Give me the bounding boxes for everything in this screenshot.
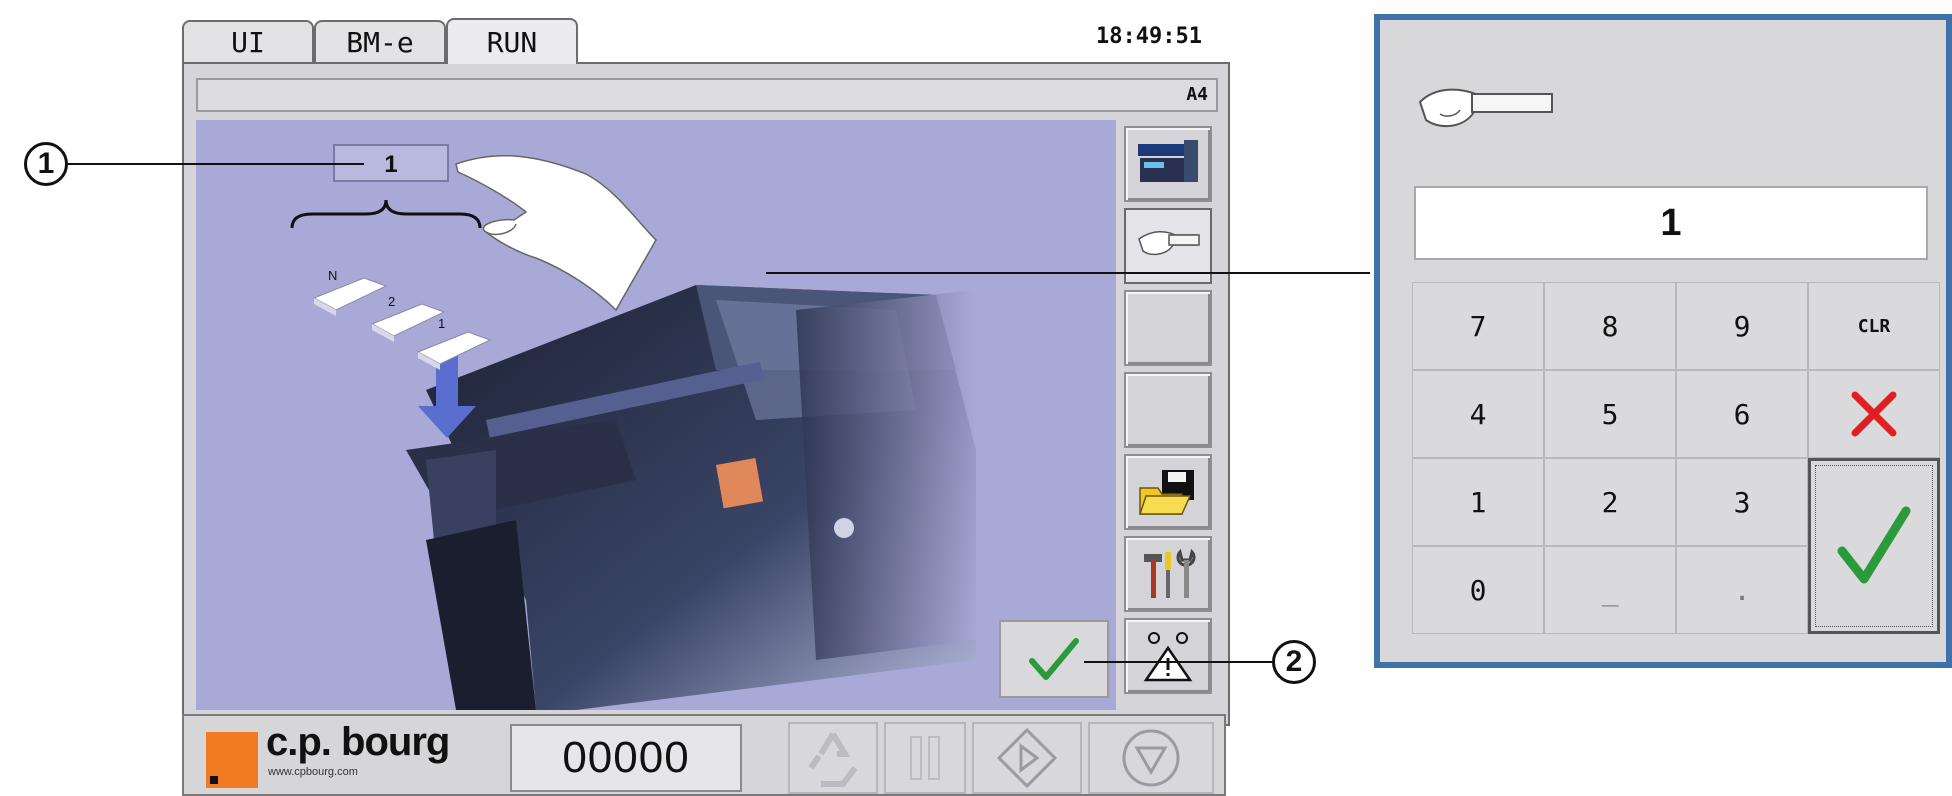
callout-1: 1: [24, 142, 68, 186]
ok-button[interactable]: [999, 620, 1109, 698]
callout-1-line: [68, 163, 364, 165]
bottom-bar: c.p. bourg www.cpbourg.com 00000: [182, 714, 1226, 796]
sidebar-item-empty-2[interactable]: [1124, 372, 1212, 448]
checkmark-icon: [1029, 638, 1079, 680]
feed-illustration: N 2 1 1: [196, 120, 1116, 710]
key-8[interactable]: 8: [1544, 282, 1676, 370]
sidebar-item-warning[interactable]: [1124, 618, 1212, 694]
key-0[interactable]: 0: [1412, 546, 1544, 634]
callout-2-line: [1084, 661, 1272, 663]
clock: 18:49:51: [1096, 24, 1202, 49]
machine-illustration: [290, 154, 976, 710]
pause-button[interactable]: [884, 722, 966, 794]
hand-to-dialog-line: [766, 272, 1370, 274]
pause-icon: [910, 736, 940, 780]
recycle-button[interactable]: [788, 722, 878, 794]
sidebar-item-tools[interactable]: [1124, 536, 1212, 612]
tab-ui[interactable]: UI: [182, 20, 314, 62]
status-code: A4: [1186, 84, 1208, 105]
sheet-counter: 00000: [510, 724, 742, 792]
save-folder-icon: [1138, 470, 1194, 515]
tab-bm-e[interactable]: BM-e: [314, 20, 446, 62]
key-3[interactable]: 3: [1676, 458, 1808, 546]
sidebar: [1120, 120, 1220, 710]
hand-feed-icon: [1418, 88, 1553, 128]
start-button[interactable]: [972, 722, 1082, 794]
logo-text: c.p. bourg: [266, 720, 450, 764]
cp-bourg-logo: c.p. bourg www.cpbourg.com: [206, 720, 496, 788]
key-2[interactable]: 2: [1544, 458, 1676, 546]
tab-run[interactable]: RUN: [446, 18, 578, 64]
key-7[interactable]: 7: [1412, 282, 1544, 370]
status-bar: A4: [196, 78, 1218, 112]
keypad-display: 1: [1414, 186, 1928, 260]
key-underscore[interactable]: _: [1544, 546, 1676, 634]
key-6[interactable]: 6: [1676, 370, 1808, 458]
key-1[interactable]: 1: [1412, 458, 1544, 546]
sheet-label-n: N: [328, 268, 338, 283]
stop-button[interactable]: [1088, 722, 1214, 794]
key-clr[interactable]: CLR: [1808, 282, 1940, 370]
recycle-icon: [808, 732, 858, 787]
cancel-icon: [1851, 391, 1897, 437]
sidebar-item-machine[interactable]: [1124, 126, 1212, 202]
logo-square: [206, 732, 258, 788]
key-5[interactable]: 5: [1544, 370, 1676, 458]
sidebar-item-empty-1[interactable]: [1124, 290, 1212, 366]
key-enter[interactable]: [1808, 458, 1940, 634]
sidebar-item-save[interactable]: [1124, 454, 1212, 530]
sheet-label-2: 2: [388, 294, 396, 309]
main-panel: UI BM-e RUN 18:49:51 A4 N 2 1 1 c.p. bou…: [182, 18, 1230, 796]
callout-2: 2: [1272, 640, 1316, 684]
machine-icon: [1138, 140, 1198, 182]
hand-feed-icon: [1138, 231, 1200, 256]
tools-icon: [1144, 548, 1196, 598]
key-9[interactable]: 9: [1676, 282, 1808, 370]
key-dot[interactable]: .: [1676, 546, 1808, 634]
warning-icon: [1143, 632, 1193, 682]
screen-frame: A4 N 2 1 1: [182, 62, 1230, 726]
logo-url: www.cpbourg.com: [268, 766, 358, 778]
key-4[interactable]: 4: [1412, 370, 1544, 458]
keypad-dialog: 1 7 8 9 CLR 4 5 6 1 2 3 0 _ .: [1374, 14, 1952, 668]
key-cancel[interactable]: [1808, 370, 1940, 458]
sheet-label-1: 1: [438, 316, 446, 331]
stop-icon: [1122, 729, 1180, 787]
start-icon: [996, 727, 1058, 789]
